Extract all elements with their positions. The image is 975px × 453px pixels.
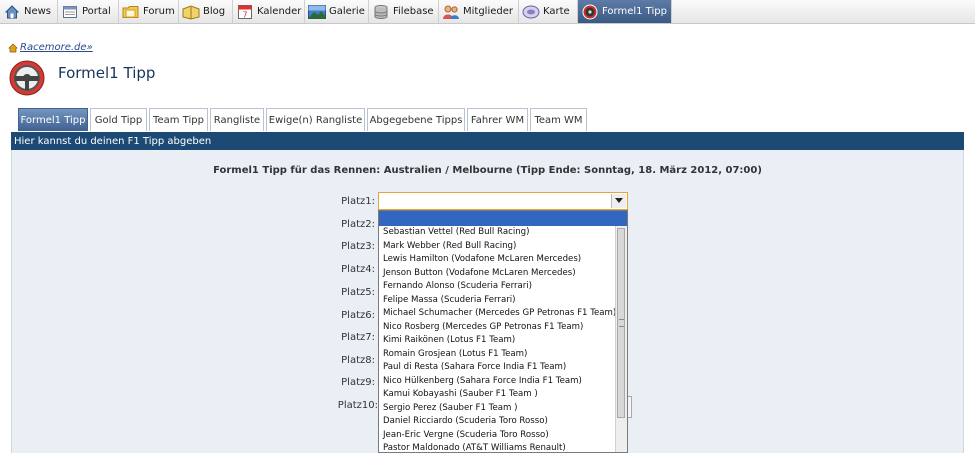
nav-item-label: Portal <box>82 6 111 17</box>
brand-label: Racemore.de» <box>20 42 93 53</box>
nav-item-kalender[interactable]: 7 Kalender <box>233 0 305 23</box>
nav-item-mitglieder[interactable]: Mitglieder <box>439 0 519 23</box>
steering-wheel-logo-icon <box>9 60 45 96</box>
platz8-label: Platz8: <box>341 355 375 366</box>
tab-rangliste[interactable]: Rangliste <box>210 108 264 131</box>
home-small-icon <box>8 43 18 52</box>
svg-text:7: 7 <box>242 10 247 19</box>
tab-gold-tipp[interactable]: Gold Tipp <box>90 108 147 131</box>
home-icon <box>3 3 21 21</box>
nav-item-label: News <box>24 6 52 17</box>
platz1-label: Platz1: <box>341 196 375 207</box>
dropdown-option[interactable]: Paul di Resta (Sahara Force India F1 Tea… <box>379 361 627 375</box>
platz4-label: Platz4: <box>341 264 375 275</box>
dropdown-option[interactable]: Fernando Alonso (Scuderia Ferrari) <box>379 280 627 294</box>
dropdown-option[interactable]: Daniel Ricciardo (Scuderia Toro Rosso) <box>379 415 627 429</box>
dropdown-option[interactable]: Pastor Maldonado (AT&T Williams Renault) <box>379 442 627 452</box>
dropdown-option[interactable]: Jenson Button (Vodafone McLaren Mercedes… <box>379 267 627 281</box>
platz10-label: Platz10: <box>337 400 378 411</box>
page-title: Formel1 Tipp <box>58 64 156 82</box>
platz6-label: Platz6: <box>341 310 375 321</box>
folder-icon <box>122 3 140 21</box>
tab-formel1-tipp[interactable]: Formel1 Tipp <box>18 108 88 131</box>
breadcrumb-home-link[interactable]: Racemore.de» <box>8 42 93 53</box>
nav-item-news[interactable]: News <box>0 0 58 23</box>
nav-item-blog[interactable]: Blog <box>179 0 233 23</box>
tab-team-wm[interactable]: Team WM <box>530 108 587 131</box>
map-icon <box>522 3 540 21</box>
tab-ewige-rangliste[interactable]: Ewige(n) Rangliste <box>266 108 365 131</box>
nav-item-label: Blog <box>203 6 226 17</box>
gallery-icon <box>308 3 326 21</box>
platz2-label: Platz2: <box>341 219 375 230</box>
nav-item-galerie[interactable]: Galerie <box>305 0 369 23</box>
scrollbar-grip-icon <box>619 319 624 327</box>
dropdown-option[interactable]: Michael Schumacher (Mercedes GP Petronas… <box>379 307 627 321</box>
dropdown-option[interactable]: Sebastian Vettel (Red Bull Racing) <box>379 226 627 240</box>
driver-dropdown-list[interactable]: Sebastian Vettel (Red Bull Racing) Mark … <box>378 210 628 453</box>
nav-item-label: Galerie <box>329 6 365 17</box>
dropdown-option[interactable]: Nico Hülkenberg (Sahara Force India F1 T… <box>379 375 627 389</box>
tab-fahrer-wm[interactable]: Fahrer WM <box>467 108 528 131</box>
calendar-icon: 7 <box>236 3 254 21</box>
dropdown-option-empty[interactable] <box>379 211 627 226</box>
blog-icon <box>182 3 200 21</box>
nav-item-label: Filebase <box>393 6 434 17</box>
dropdown-option[interactable]: Mark Webber (Red Bull Racing) <box>379 240 627 254</box>
platz5-label: Platz5: <box>341 287 375 298</box>
nav-item-portal[interactable]: Portal <box>58 0 119 23</box>
tab-abgegebene-tipps[interactable]: Abgegebene Tipps <box>367 108 465 131</box>
dropdown-option[interactable]: Kamui Kobayashi (Sauber F1 Team ) <box>379 388 627 402</box>
dropdown-option[interactable]: Kimi Raikönen (Lotus F1 Team) <box>379 334 627 348</box>
database-icon <box>372 3 390 21</box>
steering-wheel-icon <box>581 3 599 21</box>
dropdown-scrollbar[interactable] <box>615 226 627 452</box>
nav-item-label: Formel1 Tipp <box>602 6 667 17</box>
nav-item-forum[interactable]: Forum <box>119 0 179 23</box>
portal-icon <box>61 3 79 21</box>
platz7-label: Platz7: <box>341 332 375 343</box>
platz9-label: Platz9: <box>341 377 375 388</box>
chevron-down-icon[interactable] <box>611 194 626 208</box>
dropdown-option[interactable]: Sergio Perez (Sauber F1 Team ) <box>379 402 627 416</box>
dropdown-option[interactable]: Jean-Eric Vergne (Scuderia Toro Rosso) <box>379 429 627 443</box>
platz3-label: Platz3: <box>341 241 375 252</box>
tab-team-tipp[interactable]: Team Tipp <box>149 108 208 131</box>
nav-item-label: Mitglieder <box>463 6 513 17</box>
members-icon <box>442 3 460 21</box>
dropdown-option[interactable]: Nico Rosberg (Mercedes GP Petronas F1 Te… <box>379 321 627 335</box>
section-header: Hier kannst du deinen F1 Tipp abgeben <box>11 132 964 150</box>
dropdown-option[interactable]: Romain Grosjean (Lotus F1 Team) <box>379 348 627 362</box>
nav-item-label: Kalender <box>257 6 302 17</box>
dropdown-option[interactable]: Felipe Massa (Scuderia Ferrari) <box>379 294 627 308</box>
nav-item-formel1-tipp[interactable]: Formel1 Tipp <box>578 0 672 23</box>
scrollbar-thumb[interactable] <box>617 228 625 418</box>
nav-item-label: Karte <box>543 6 570 17</box>
race-heading: Formel1 Tipp für das Rennen: Australien … <box>213 165 762 176</box>
nav-item-filebase[interactable]: Filebase <box>369 0 439 23</box>
dropdown-option[interactable]: Lewis Hamilton (Vodafone McLaren Mercede… <box>379 253 627 267</box>
nav-item-karte[interactable]: Karte <box>519 0 578 23</box>
platz1-select[interactable] <box>378 192 628 210</box>
nav-item-label: Forum <box>143 6 175 17</box>
top-navigation: News Portal Forum Blog 7 Kalender Galeri… <box>0 0 975 24</box>
